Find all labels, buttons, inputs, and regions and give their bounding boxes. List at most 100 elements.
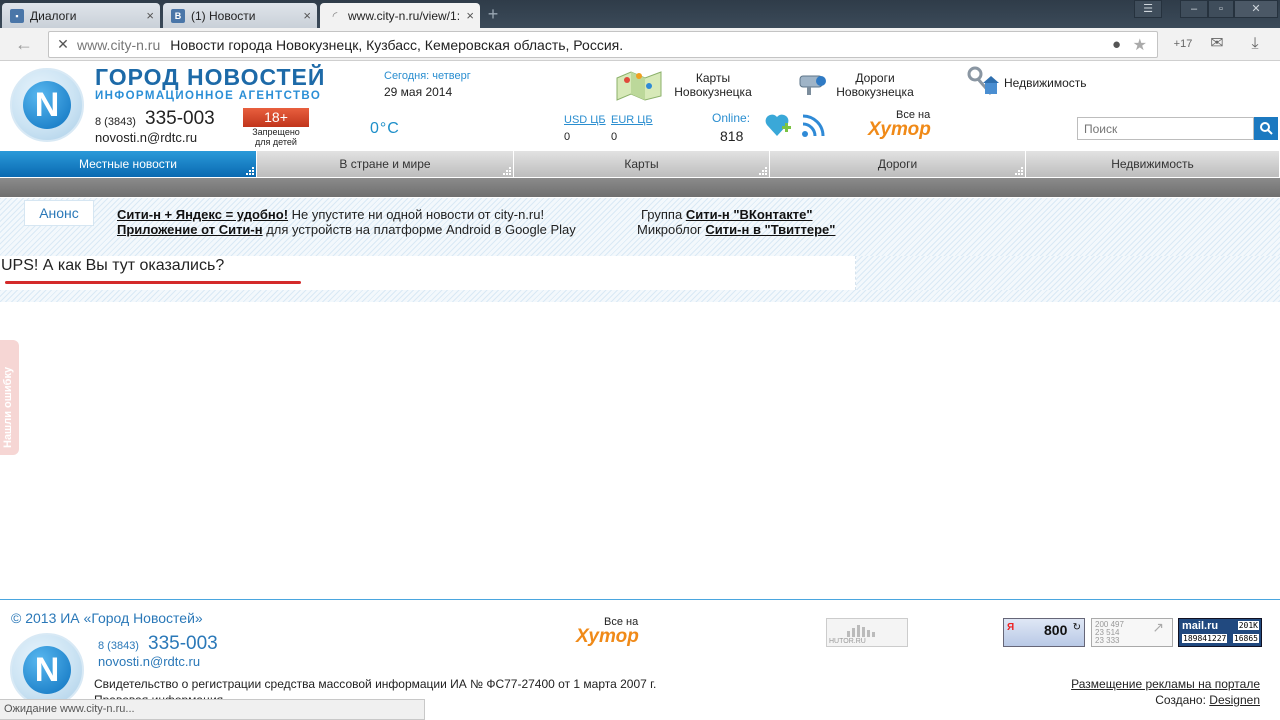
announce-text: Не упустите ни одной новости от city-n.r… (288, 207, 545, 222)
footer-logo[interactable]: N (10, 633, 84, 707)
advertising-link[interactable]: Размещение рекламы на портале (1071, 677, 1260, 691)
chat-icon: ▪ (10, 8, 24, 23)
close-tab-icon[interactable]: × (466, 8, 474, 23)
mailru-logo: mail.ru (1182, 620, 1219, 632)
hutor-counter-label: HUTOR.RU (829, 638, 866, 645)
close-window-button[interactable]: ✕ (1234, 0, 1278, 18)
refresh-icon: ↻ (1072, 622, 1081, 633)
badge-count: +17 (1173, 38, 1193, 50)
announce-text: для устройств на платформе Android в Goo… (262, 222, 576, 237)
new-tab-button[interactable]: + (482, 5, 504, 25)
close-tab-icon[interactable]: × (146, 8, 154, 23)
li-counter-line3: 23 333 (1095, 636, 1120, 645)
nav-maps-link[interactable]: Карты Новокузнецка (668, 71, 758, 99)
tab-label: www.city-n.ru/view/1: (348, 8, 461, 23)
browser-tab-city-n[interactable]: ◜ www.city-n.ru/view/1: × (320, 3, 480, 28)
stop-loading-icon[interactable]: ✕ (49, 36, 77, 53)
browser-tab-news[interactable]: B (1) Новости × (163, 3, 317, 28)
nav-tab-roads[interactable]: Дороги (770, 151, 1026, 177)
bars-icon (847, 625, 875, 637)
hutor-counter[interactable]: HUTOR.RU (826, 618, 908, 647)
footer-phone: 335-003 (148, 633, 218, 654)
download-icon[interactable]: ⤓ (1242, 33, 1268, 55)
error-underline (5, 281, 301, 284)
close-tab-icon[interactable]: × (303, 8, 311, 23)
site-logo[interactable]: N (10, 68, 84, 142)
footer-email[interactable]: novosti.n@rdtc.ru (98, 654, 200, 669)
search-input[interactable] (1077, 117, 1254, 140)
mailru-value-a: 201K (1237, 621, 1259, 630)
announce-line-3: Группа Сити-н "ВКонтакте" (641, 207, 813, 222)
minimize-button[interactable]: – (1180, 0, 1208, 18)
footer-certificate: Свидетельство о регистрации средства мас… (94, 677, 657, 691)
made-by: Создано: Designen (1155, 693, 1260, 707)
camera-icon[interactable] (797, 70, 833, 98)
lightbulb-icon[interactable]: ● (1112, 36, 1121, 53)
current-date: 29 мая 2014 (384, 85, 453, 99)
mailru-value-b: 16865 (1232, 634, 1259, 643)
footer-copyright: © 2013 ИА «Город Новостей» (11, 610, 203, 626)
announce-tab[interactable]: Анонс (24, 200, 94, 226)
vk-badge-icon[interactable]: +17 (1168, 33, 1198, 55)
announce-line-4: Микроблог Сити-н в "Твиттере" (637, 222, 835, 237)
report-error-label: Нашли ошибку (2, 366, 14, 448)
liveinternet-counter[interactable]: 200 497 23 514 23 333 ↗ (1091, 618, 1173, 647)
hutor-banner-footer[interactable]: Все на Хутор (574, 616, 644, 650)
favorite-heart-icon[interactable] (764, 112, 792, 138)
nav-tab-local-news[interactable]: Местные новости (0, 151, 257, 177)
announce-text: Группа (641, 207, 686, 222)
report-error-tab[interactable]: Нашли ошибку (0, 340, 19, 455)
made-by-label: Создано: (1155, 693, 1206, 707)
tab-label: Диалоги (30, 8, 77, 23)
maps-link-line1: Карты (695, 71, 731, 85)
hutor-logo-text: Хутор (868, 119, 931, 140)
usd-label[interactable]: USD ЦБ (564, 114, 606, 126)
nav-tab-label: В стране и мире (339, 157, 431, 171)
age-text-line1: Запрещено (252, 127, 300, 137)
nav-tab-label: Недвижимость (1111, 157, 1194, 171)
age-rating-badge: 18+ (243, 108, 309, 127)
star-icon[interactable]: ★ (1133, 35, 1147, 55)
nav-tab-realty[interactable]: Недвижимость (1026, 151, 1280, 177)
age-rating-text: Запрещено для детей (243, 127, 309, 147)
brand-title[interactable]: ГОРОД НОВОСТЕЙ (95, 64, 325, 91)
keys-icon[interactable] (963, 64, 1001, 100)
eur-label[interactable]: EUR ЦБ (611, 114, 653, 126)
phone-code: 8 (3843) (95, 116, 136, 128)
browser-menu-button[interactable]: ☰ (1134, 0, 1162, 18)
android-app-link[interactable]: Приложение от Сити-н (117, 222, 263, 237)
address-bar[interactable]: ✕ www.city-n.ru Новости города Новокузне… (48, 31, 1158, 58)
hutor-banner-header[interactable]: Все на Хутор (866, 109, 936, 143)
maximize-button[interactable]: ▫ (1208, 0, 1234, 18)
announce-line-2: Приложение от Сити-н для устройств на пл… (117, 222, 576, 237)
address-title: Новости города Новокузнецк, Кузбасс, Кем… (170, 36, 624, 53)
nav-tab-maps[interactable]: Карты (514, 151, 770, 177)
mailru-total: 189841227 (1182, 634, 1228, 643)
temperature: 0°C (370, 120, 400, 137)
twitter-link[interactable]: Сити-н в "Твиттере" (705, 222, 835, 237)
mail-icon[interactable]: ✉ (1204, 33, 1230, 55)
footer-divider (0, 599, 1280, 600)
designer-link[interactable]: Designen (1209, 693, 1260, 707)
vk-icon: B (171, 8, 185, 23)
nav-tab-label: Местные новости (79, 157, 177, 171)
nav-tab-world-news[interactable]: В стране и мире (257, 151, 514, 177)
back-arrow-icon[interactable]: ← (10, 33, 38, 55)
vk-group-link[interactable]: Сити-н "ВКонтакте" (686, 207, 813, 222)
nav-roads-link[interactable]: Дороги Новокузнецка (833, 71, 917, 99)
search-button[interactable] (1254, 117, 1278, 140)
nav-realty-link[interactable]: Недвижимость (1004, 76, 1087, 90)
yandex-link[interactable]: Сити-н + Яндекс = удобно! (117, 207, 288, 222)
hutor-logo-text: Хутор (576, 626, 639, 647)
rss-icon[interactable] (801, 114, 825, 138)
online-count: 818 (720, 128, 744, 144)
mailru-counter[interactable]: mail.ru 189841227 201K 16865 (1178, 618, 1262, 647)
usd-value: 0 (564, 131, 571, 143)
browser-status-bar: Ожидание www.city-n.ru... (0, 699, 425, 720)
age-text-line2: для детей (255, 137, 297, 147)
map-icon[interactable] (613, 68, 665, 102)
email-link[interactable]: novosti.n@rdtc.ru (95, 130, 197, 145)
content-divider-strip (0, 290, 1280, 302)
yandex-counter[interactable]: Я 800 ↻ (1003, 618, 1085, 647)
browser-tab-dialogs[interactable]: ▪ Диалоги × (2, 3, 160, 28)
